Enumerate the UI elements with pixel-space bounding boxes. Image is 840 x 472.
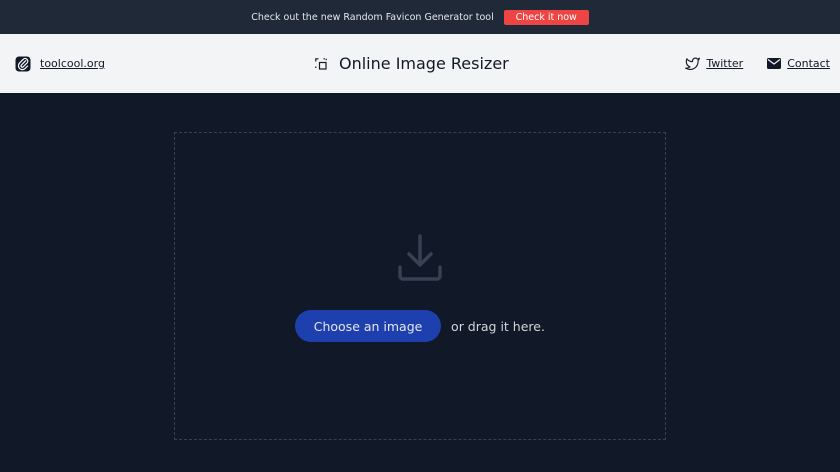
promo-text: Check out the new Random Favicon Generat… — [251, 11, 494, 23]
main-area: Choose an image or drag it here. — [0, 93, 840, 472]
twitter-icon — [685, 57, 701, 70]
brand-link[interactable]: toolcool.org — [40, 57, 105, 70]
promo-bar: Check out the new Random Favicon Generat… — [0, 0, 840, 34]
brand: toolcool.org — [15, 34, 105, 93]
download-icon — [397, 234, 443, 282]
site-header: toolcool.org Online Image Resizer Twitte… — [0, 34, 840, 93]
header-nav: Twitter Contact — [685, 34, 830, 93]
image-dropzone[interactable]: Choose an image or drag it here. — [174, 132, 666, 440]
paperclip-icon — [15, 56, 31, 72]
page-title: Online Image Resizer — [339, 54, 509, 73]
drag-hint: or drag it here. — [451, 318, 545, 334]
page-title-group: Online Image Resizer — [315, 34, 509, 93]
check-it-now-button[interactable]: Check it now — [503, 9, 589, 25]
choose-image-button[interactable]: Choose an image — [295, 310, 442, 342]
contact-link[interactable]: Contact — [787, 57, 830, 70]
resize-icon — [315, 57, 327, 70]
twitter-link[interactable]: Twitter — [706, 57, 743, 70]
upload-controls: Choose an image or drag it here. — [295, 310, 545, 342]
envelope-icon — [767, 58, 782, 69]
